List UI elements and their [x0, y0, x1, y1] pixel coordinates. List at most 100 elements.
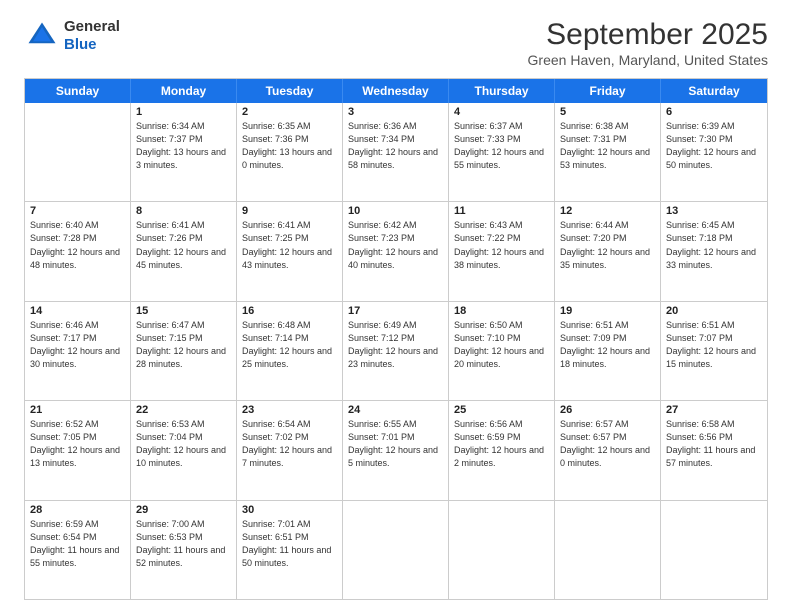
cell-info: Sunrise: 6:47 AMSunset: 7:15 PMDaylight:… — [136, 319, 231, 371]
cell-1-1: 8 Sunrise: 6:41 AMSunset: 7:26 PMDayligh… — [131, 202, 237, 300]
cell-3-0: 21 Sunrise: 6:52 AMSunset: 7:05 PMDaylig… — [25, 401, 131, 499]
week-row-3: 21 Sunrise: 6:52 AMSunset: 7:05 PMDaylig… — [25, 401, 767, 500]
header-friday: Friday — [555, 79, 661, 103]
cell-info: Sunrise: 6:57 AMSunset: 6:57 PMDaylight:… — [560, 418, 655, 470]
cell-info: Sunrise: 6:34 AMSunset: 7:37 PMDaylight:… — [136, 120, 231, 172]
day-number: 11 — [454, 205, 549, 217]
cell-2-2: 16 Sunrise: 6:48 AMSunset: 7:14 PMDaylig… — [237, 302, 343, 400]
cell-info: Sunrise: 6:41 AMSunset: 7:25 PMDaylight:… — [242, 219, 337, 271]
header-monday: Monday — [131, 79, 237, 103]
cell-2-3: 17 Sunrise: 6:49 AMSunset: 7:12 PMDaylig… — [343, 302, 449, 400]
header-sunday: Sunday — [25, 79, 131, 103]
day-number: 15 — [136, 305, 231, 317]
day-number: 13 — [666, 205, 762, 217]
cell-info: Sunrise: 6:48 AMSunset: 7:14 PMDaylight:… — [242, 319, 337, 371]
day-number: 25 — [454, 404, 549, 416]
calendar-header: Sunday Monday Tuesday Wednesday Thursday… — [25, 79, 767, 103]
cell-info: Sunrise: 6:50 AMSunset: 7:10 PMDaylight:… — [454, 319, 549, 371]
cell-info: Sunrise: 6:56 AMSunset: 6:59 PMDaylight:… — [454, 418, 549, 470]
cell-4-3 — [343, 501, 449, 599]
day-number: 3 — [348, 106, 443, 118]
cell-3-4: 25 Sunrise: 6:56 AMSunset: 6:59 PMDaylig… — [449, 401, 555, 499]
cell-info: Sunrise: 6:41 AMSunset: 7:26 PMDaylight:… — [136, 219, 231, 271]
day-number: 5 — [560, 106, 655, 118]
cell-2-4: 18 Sunrise: 6:50 AMSunset: 7:10 PMDaylig… — [449, 302, 555, 400]
day-number: 23 — [242, 404, 337, 416]
cell-info: Sunrise: 6:35 AMSunset: 7:36 PMDaylight:… — [242, 120, 337, 172]
cell-1-6: 13 Sunrise: 6:45 AMSunset: 7:18 PMDaylig… — [661, 202, 767, 300]
cell-0-2: 2 Sunrise: 6:35 AMSunset: 7:36 PMDayligh… — [237, 103, 343, 201]
logo-text: General Blue — [64, 18, 120, 54]
cell-3-2: 23 Sunrise: 6:54 AMSunset: 7:02 PMDaylig… — [237, 401, 343, 499]
cell-0-5: 5 Sunrise: 6:38 AMSunset: 7:31 PMDayligh… — [555, 103, 661, 201]
day-number: 20 — [666, 305, 762, 317]
header-thursday: Thursday — [449, 79, 555, 103]
cell-1-4: 11 Sunrise: 6:43 AMSunset: 7:22 PMDaylig… — [449, 202, 555, 300]
day-number: 26 — [560, 404, 655, 416]
calendar: Sunday Monday Tuesday Wednesday Thursday… — [24, 78, 768, 600]
cell-3-3: 24 Sunrise: 6:55 AMSunset: 7:01 PMDaylig… — [343, 401, 449, 499]
cell-4-5 — [555, 501, 661, 599]
day-number: 24 — [348, 404, 443, 416]
day-number: 8 — [136, 205, 231, 217]
cell-info: Sunrise: 6:44 AMSunset: 7:20 PMDaylight:… — [560, 219, 655, 271]
cell-info: Sunrise: 6:52 AMSunset: 7:05 PMDaylight:… — [30, 418, 125, 470]
day-number: 6 — [666, 106, 762, 118]
cell-info: Sunrise: 6:40 AMSunset: 7:28 PMDaylight:… — [30, 219, 125, 271]
day-number: 14 — [30, 305, 125, 317]
day-number: 9 — [242, 205, 337, 217]
cell-info: Sunrise: 6:53 AMSunset: 7:04 PMDaylight:… — [136, 418, 231, 470]
cell-info: Sunrise: 6:54 AMSunset: 7:02 PMDaylight:… — [242, 418, 337, 470]
day-number: 21 — [30, 404, 125, 416]
cell-info: Sunrise: 6:46 AMSunset: 7:17 PMDaylight:… — [30, 319, 125, 371]
cell-info: Sunrise: 6:38 AMSunset: 7:31 PMDaylight:… — [560, 120, 655, 172]
header-wednesday: Wednesday — [343, 79, 449, 103]
day-number: 19 — [560, 305, 655, 317]
cell-4-6 — [661, 501, 767, 599]
cell-info: Sunrise: 6:43 AMSunset: 7:22 PMDaylight:… — [454, 219, 549, 271]
cell-0-1: 1 Sunrise: 6:34 AMSunset: 7:37 PMDayligh… — [131, 103, 237, 201]
cell-2-0: 14 Sunrise: 6:46 AMSunset: 7:17 PMDaylig… — [25, 302, 131, 400]
cell-info: Sunrise: 6:37 AMSunset: 7:33 PMDaylight:… — [454, 120, 549, 172]
day-number: 29 — [136, 504, 231, 516]
cell-info: Sunrise: 6:51 AMSunset: 7:07 PMDaylight:… — [666, 319, 762, 371]
cell-1-0: 7 Sunrise: 6:40 AMSunset: 7:28 PMDayligh… — [25, 202, 131, 300]
day-number: 18 — [454, 305, 549, 317]
week-row-1: 7 Sunrise: 6:40 AMSunset: 7:28 PMDayligh… — [25, 202, 767, 301]
calendar-body: 1 Sunrise: 6:34 AMSunset: 7:37 PMDayligh… — [25, 103, 767, 599]
cell-info: Sunrise: 6:36 AMSunset: 7:34 PMDaylight:… — [348, 120, 443, 172]
page: General Blue September 2025 Green Haven,… — [0, 0, 792, 612]
header: General Blue September 2025 Green Haven,… — [24, 18, 768, 68]
cell-4-1: 29 Sunrise: 7:00 AMSunset: 6:53 PMDaylig… — [131, 501, 237, 599]
cell-info: Sunrise: 6:39 AMSunset: 7:30 PMDaylight:… — [666, 120, 762, 172]
cell-1-5: 12 Sunrise: 6:44 AMSunset: 7:20 PMDaylig… — [555, 202, 661, 300]
cell-0-6: 6 Sunrise: 6:39 AMSunset: 7:30 PMDayligh… — [661, 103, 767, 201]
cell-info: Sunrise: 6:58 AMSunset: 6:56 PMDaylight:… — [666, 418, 762, 470]
cell-info: Sunrise: 7:01 AMSunset: 6:51 PMDaylight:… — [242, 518, 337, 570]
cell-3-6: 27 Sunrise: 6:58 AMSunset: 6:56 PMDaylig… — [661, 401, 767, 499]
cell-1-2: 9 Sunrise: 6:41 AMSunset: 7:25 PMDayligh… — [237, 202, 343, 300]
cell-4-4 — [449, 501, 555, 599]
cell-4-0: 28 Sunrise: 6:59 AMSunset: 6:54 PMDaylig… — [25, 501, 131, 599]
cell-info: Sunrise: 6:49 AMSunset: 7:12 PMDaylight:… — [348, 319, 443, 371]
cell-info: Sunrise: 6:55 AMSunset: 7:01 PMDaylight:… — [348, 418, 443, 470]
day-number: 12 — [560, 205, 655, 217]
cell-3-5: 26 Sunrise: 6:57 AMSunset: 6:57 PMDaylig… — [555, 401, 661, 499]
cell-4-2: 30 Sunrise: 7:01 AMSunset: 6:51 PMDaylig… — [237, 501, 343, 599]
day-number: 7 — [30, 205, 125, 217]
header-saturday: Saturday — [661, 79, 767, 103]
day-number: 28 — [30, 504, 125, 516]
cell-0-3: 3 Sunrise: 6:36 AMSunset: 7:34 PMDayligh… — [343, 103, 449, 201]
cell-0-0 — [25, 103, 131, 201]
week-row-0: 1 Sunrise: 6:34 AMSunset: 7:37 PMDayligh… — [25, 103, 767, 202]
cell-info: Sunrise: 6:59 AMSunset: 6:54 PMDaylight:… — [30, 518, 125, 570]
day-number: 16 — [242, 305, 337, 317]
week-row-4: 28 Sunrise: 6:59 AMSunset: 6:54 PMDaylig… — [25, 501, 767, 599]
header-tuesday: Tuesday — [237, 79, 343, 103]
cell-3-1: 22 Sunrise: 6:53 AMSunset: 7:04 PMDaylig… — [131, 401, 237, 499]
title-block: September 2025 Green Haven, Maryland, Un… — [528, 18, 768, 68]
cell-2-6: 20 Sunrise: 6:51 AMSunset: 7:07 PMDaylig… — [661, 302, 767, 400]
logo: General Blue — [24, 18, 120, 54]
logo-blue: Blue — [64, 36, 97, 53]
logo-icon — [24, 18, 60, 54]
